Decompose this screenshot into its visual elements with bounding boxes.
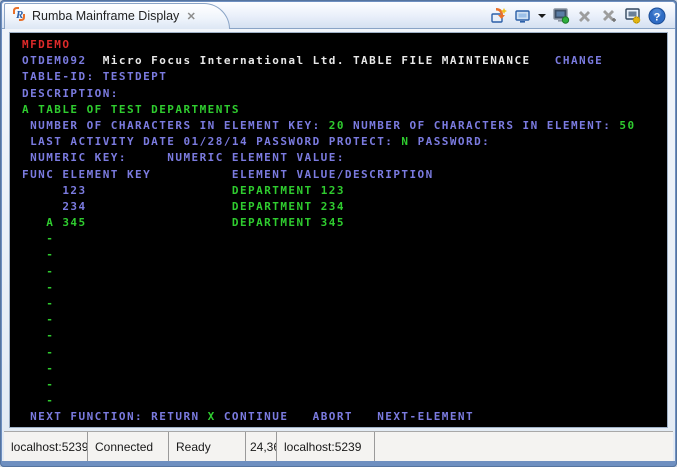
- view-toolbar: ?: [488, 4, 667, 28]
- terminal-line: A TABLE OF TEST DEPARTMENTS: [22, 102, 667, 118]
- terminal-line: -: [22, 247, 667, 263]
- terminal-line: -: [22, 312, 667, 328]
- svg-text:R: R: [15, 9, 23, 21]
- status-bar: localhost:5239 (6) Connected Ready 24,36…: [4, 431, 673, 461]
- display-settings-icon: [624, 7, 642, 25]
- terminal-line: -: [22, 361, 667, 377]
- terminal-screen[interactable]: MFDEMOOTDEM092 Micro Focus International…: [9, 32, 668, 428]
- terminal-line: -: [22, 231, 667, 247]
- terminal-line: TABLE-ID: TESTDEPT: [22, 69, 667, 85]
- status-host-address: localhost:5239: [277, 432, 375, 461]
- status-session-name: localhost:5239 (6): [4, 432, 88, 461]
- disconnect-button[interactable]: [574, 6, 595, 27]
- status-cursor-position: 24,36: [246, 432, 277, 461]
- terminal-line: -: [22, 377, 667, 393]
- tab-bar: R Rumba Mainframe Display ✕: [2, 2, 675, 29]
- status-connection-state: Connected: [88, 432, 169, 461]
- terminal-line: MFDEMO: [22, 37, 667, 53]
- terminal-line: -: [22, 264, 667, 280]
- terminal-line: -: [22, 328, 667, 344]
- screen-display-icon: [514, 8, 531, 25]
- new-display-icon: [490, 7, 508, 25]
- terminal-line: 123 DEPARTMENT 123: [22, 183, 667, 199]
- new-display-button[interactable]: [488, 6, 509, 27]
- rumba-logo-icon: R: [11, 6, 27, 27]
- connect-button[interactable]: [550, 6, 571, 27]
- tab-close-icon[interactable]: ✕: [184, 10, 198, 24]
- terminal-line: NUMBER OF CHARACTERS IN ELEMENT KEY: 20 …: [22, 118, 667, 134]
- terminal-line: FUNC ELEMENT KEY ELEMENT VALUE/DESCRIPTI…: [22, 167, 667, 183]
- disconnect-icon: [577, 9, 592, 24]
- terminal-line: DESCRIPTION:: [22, 86, 667, 102]
- connect-icon: [552, 7, 570, 25]
- terminal-line: NEXT FUNCTION: RETURN X CONTINUE ABORT N…: [22, 409, 667, 425]
- help-icon: ?: [648, 7, 666, 25]
- display-menu-button[interactable]: [536, 6, 547, 27]
- display-settings-button[interactable]: [622, 6, 643, 27]
- rumba-window: R Rumba Mainframe Display ✕: [0, 0, 677, 467]
- terminal-line: LAST ACTIVITY DATE 01/28/14 PASSWORD PRO…: [22, 134, 667, 150]
- status-spacer: [375, 432, 673, 461]
- help-button[interactable]: ?: [646, 6, 667, 27]
- tab-label: Rumba Mainframe Display: [32, 9, 179, 24]
- status-keyboard-state: Ready: [169, 432, 246, 461]
- tab-rumba-mainframe-display[interactable]: R Rumba Mainframe Display ✕: [4, 3, 230, 29]
- terminal-line: -: [22, 280, 667, 296]
- disconnect-all-icon: [601, 8, 617, 24]
- terminal-line: OTDEM092 Micro Focus International Ltd. …: [22, 53, 667, 69]
- dropdown-arrow-icon: [538, 13, 546, 19]
- terminal-line: -: [22, 393, 667, 409]
- terminal-line: A 345 DEPARTMENT 345: [22, 215, 667, 231]
- terminal-line: 234 DEPARTMENT 234: [22, 199, 667, 215]
- svg-text:?: ?: [653, 12, 660, 24]
- view-chrome: R Rumba Mainframe Display ✕: [2, 2, 675, 461]
- screen-display-button[interactable]: [512, 6, 533, 27]
- terminal-line: -: [22, 296, 667, 312]
- terminal-line: NUMERIC KEY: NUMERIC ELEMENT VALUE:: [22, 150, 667, 166]
- disconnect-all-button[interactable]: [598, 6, 619, 27]
- terminal-line: -: [22, 345, 667, 361]
